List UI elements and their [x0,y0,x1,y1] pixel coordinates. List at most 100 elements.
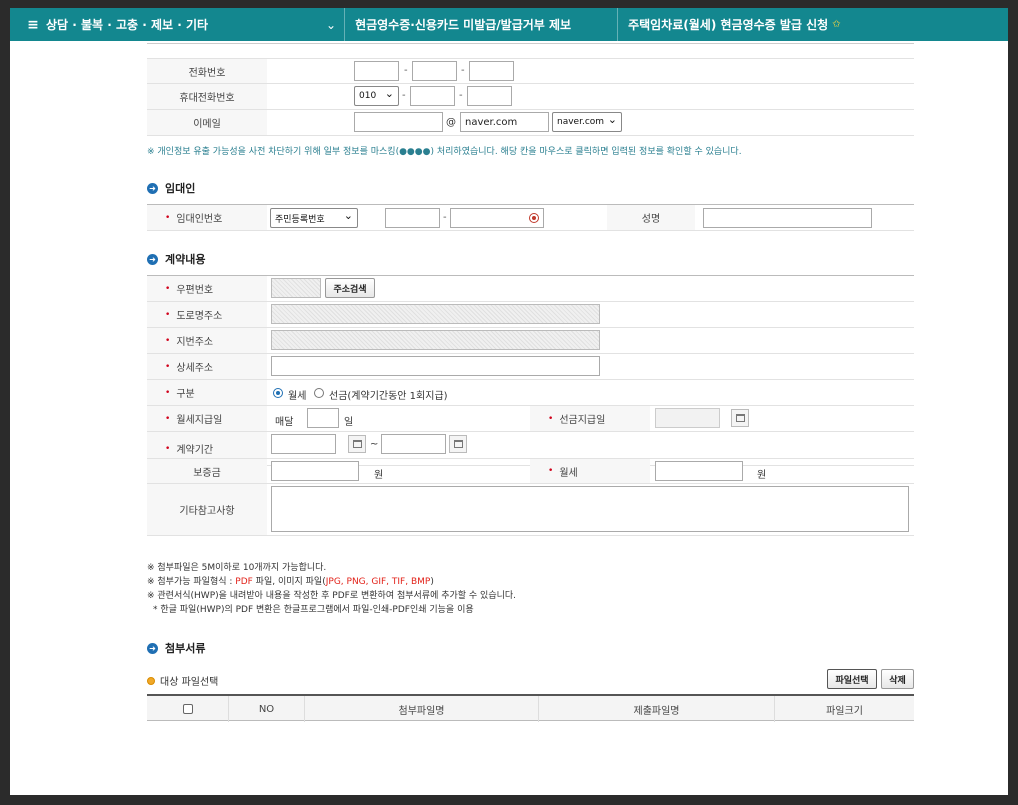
target-file-label: 대상 파일선택 [147,673,218,688]
monthly-radio[interactable] [273,388,283,398]
arrow-circle-icon: ➜ [147,182,158,194]
arrow-circle-icon: ➜ [147,253,158,265]
file-table-header: NO 첨부파일명 제출파일명 파일크기 [147,694,914,722]
landlord-name-input[interactable] [703,208,872,228]
payday-label: • 월세지급일 [147,406,267,431]
mobile-part2-input[interactable] [410,86,455,106]
landlord-id-row: • 임대인번호 주민등록번호 - 성명 [147,205,914,231]
label-text: 도로명주소 [176,311,223,322]
email-domain-select[interactable]: naver.com [552,112,622,132]
phone-label: 전화번호 [147,59,267,83]
column-header: 제출파일명 [539,696,775,722]
section-title-text: 첨부서류 [165,642,206,655]
detail-address-input[interactable] [271,356,600,376]
email-domain-input[interactable]: naver.com [460,112,549,132]
mobile-part3-input[interactable] [467,86,512,106]
calendar-icon[interactable] [449,435,467,453]
deposit-row: 보증금 원 • 월세 원 [147,458,914,484]
period-separator: ~ [370,439,379,450]
deposit-input[interactable] [271,461,359,481]
monthly-radio-label: 월세 [288,391,307,402]
address-search-button[interactable]: 주소검색 [325,278,375,298]
column-header: NO [229,696,305,722]
period-start-input[interactable] [271,434,336,454]
note-highlight: PDF [235,577,253,587]
label-text: 임대인번호 [176,214,223,225]
label-text: 지번주소 [176,337,214,348]
mobile-label: 휴대전화번호 [147,84,267,109]
road-address-input [271,304,600,324]
prepay-date-input[interactable] [655,408,720,428]
prepaid-radio[interactable] [314,388,324,398]
dash: - [404,65,408,76]
breadcrumb-category[interactable]: 상담 · 불복 · 고충 · 제보 · 기타 [46,16,326,33]
required-mark: • [548,413,554,424]
contract-section-title: ➜ 계약내용 [147,251,205,267]
payday-row: • 월세지급일 매달 일 • 선금지급일 [147,406,914,432]
id-front-input[interactable] [385,208,440,228]
won-unit: 원 [757,470,767,481]
required-mark: • [165,361,171,372]
type-label: • 구분 [147,380,267,405]
page-frame: ≡ 상담 · 불복 · 고충 · 제보 · 기타 ⌄ 현금영수증·신용카드 미발… [10,8,1008,795]
prepay-date-label: • 선금지급일 [530,406,650,431]
attach-note-pdf-convert: * 한글 파일(HWP)의 PDF 변환은 한글프로그램에서 파일-인쇄-PDF… [153,605,474,615]
period-end-input[interactable] [381,434,446,454]
mask-toggle-icon[interactable] [529,213,539,223]
attach-note-size: ※ 첨부파일은 5M이하로 10개까지 가능합니다. [147,563,327,573]
id-type-select[interactable]: 주민등록번호 [270,208,358,228]
detail-address-row: • 상세주소 [147,354,914,380]
favorite-star-icon[interactable]: ✩ [832,19,840,30]
bullet-icon [147,676,155,685]
chevron-down-icon[interactable]: ⌄ [326,18,336,32]
id-back-input[interactable] [450,208,544,228]
deposit-label: 보증금 [147,459,267,483]
top-nav-bar: ≡ 상담 · 불복 · 고충 · 제보 · 기타 ⌄ 현금영수증·신용카드 미발… [10,8,1008,41]
memo-textarea[interactable] [271,486,909,532]
payday-input[interactable] [307,408,339,428]
road-address-row: • 도로명주소 [147,302,914,328]
calendar-icon[interactable] [348,435,366,453]
label-text: 구분 [176,389,195,400]
label-text: 대상 파일선택 [160,677,219,688]
dash: - [443,212,447,223]
dash: - [402,90,406,101]
email-local-input[interactable] [354,112,443,132]
rent-input[interactable] [655,461,743,481]
section-title-text: 계약내용 [165,253,206,266]
section-title-text: 임대인 [165,182,196,195]
payday-suffix: 일 [344,417,354,428]
dash: - [461,65,465,76]
email-label: 이메일 [147,110,267,135]
hamburger-menu-icon[interactable]: ≡ [20,17,46,33]
email-row: 이메일 @ naver.com naver.com [147,110,914,136]
label-text: 계약기간 [176,445,214,456]
phone-part3-input[interactable] [469,61,514,81]
phone-part1-input[interactable] [354,61,399,81]
label-text: 월세지급일 [176,415,223,426]
breadcrumb-divider [617,8,619,41]
divider [147,43,914,44]
phone-part2-input[interactable] [412,61,457,81]
select-all-checkbox[interactable] [182,704,193,714]
lot-address-label: • 지번주소 [147,328,267,353]
select-file-button[interactable]: 파일선택 [827,669,877,689]
mobile-prefix-select[interactable]: 010 [354,86,399,106]
phone-row: 전화번호 - - [147,58,914,84]
zip-input [271,278,321,298]
payday-prefix: 매달 [275,417,294,428]
road-address-label: • 도로명주소 [147,302,267,327]
zip-row: • 우편번호 주소검색 [147,276,914,302]
required-mark: • [165,387,171,398]
breadcrumb-current[interactable]: 주택임차료(월세) 현금영수증 발급 신청 [628,16,828,33]
label-text: 선금지급일 [559,415,606,426]
breadcrumb-report[interactable]: 현금영수증·신용카드 미발급/발급거부 제보 [355,16,617,33]
attach-note-hwp: ※ 관련서식(HWP)을 내려받아 내용을 작성한 후 PDF로 변환하여 첨부… [147,591,517,601]
required-mark: • [165,309,171,320]
privacy-note: ※ 개인정보 유출 가능성을 사전 차단하기 위해 일부 정보를 마스킹(●●●… [147,147,742,157]
calendar-icon[interactable] [731,409,749,427]
label-text: 상세주소 [176,363,214,374]
delete-file-button[interactable]: 삭제 [881,669,914,689]
arrow-circle-icon: ➜ [147,642,158,654]
required-mark: • [165,212,171,223]
